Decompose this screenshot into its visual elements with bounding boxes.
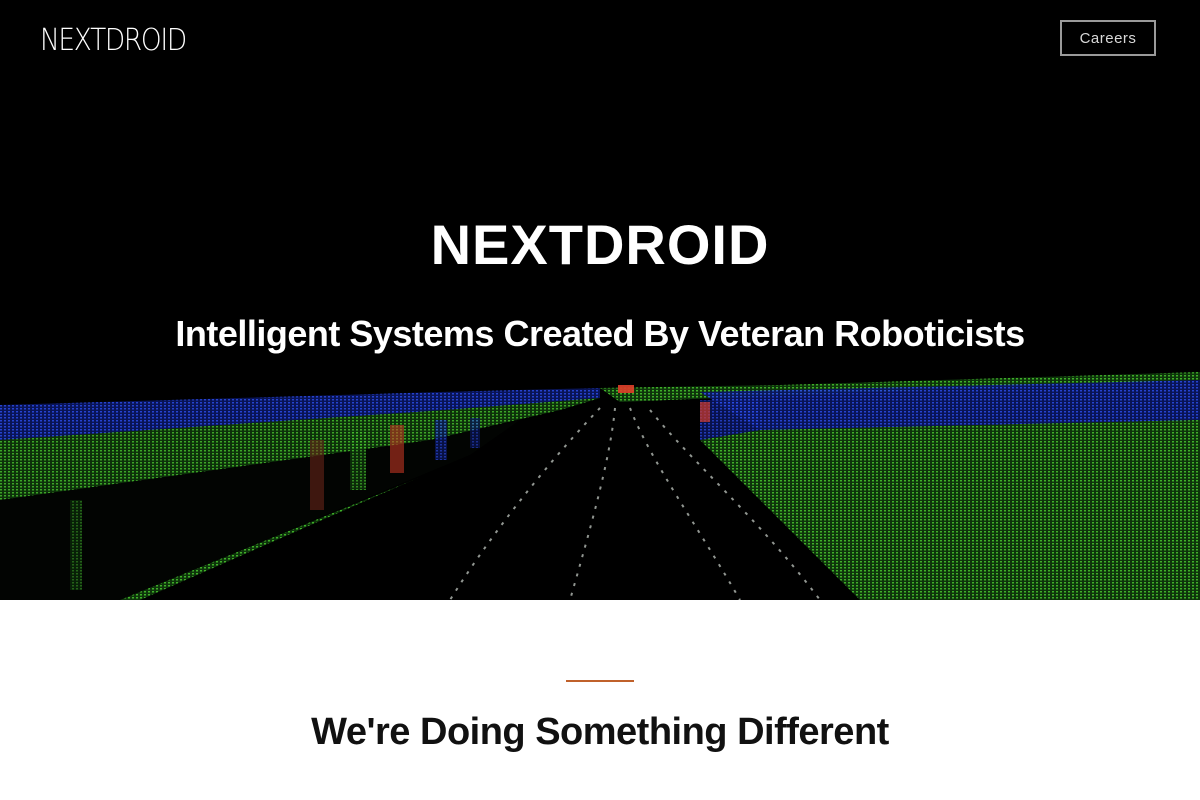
hero-section: NEXTDROID Careers NEXTDROID Intelligent … <box>0 0 1200 600</box>
hero-title: NEXTDROID <box>430 213 770 276</box>
lidar-point-cloud-image <box>0 0 1200 600</box>
intro-section: We're Doing Something Different <box>0 600 1200 800</box>
accent-divider <box>566 680 634 682</box>
top-navigation: NEXTDROID Careers <box>0 0 1200 80</box>
brand-logo[interactable]: NEXTDROID <box>40 22 187 60</box>
section-heading: We're Doing Something Different <box>311 711 889 753</box>
hero-subtitle: Intelligent Systems Created By Veteran R… <box>175 313 1025 354</box>
careers-button[interactable]: Careers <box>1060 20 1156 56</box>
